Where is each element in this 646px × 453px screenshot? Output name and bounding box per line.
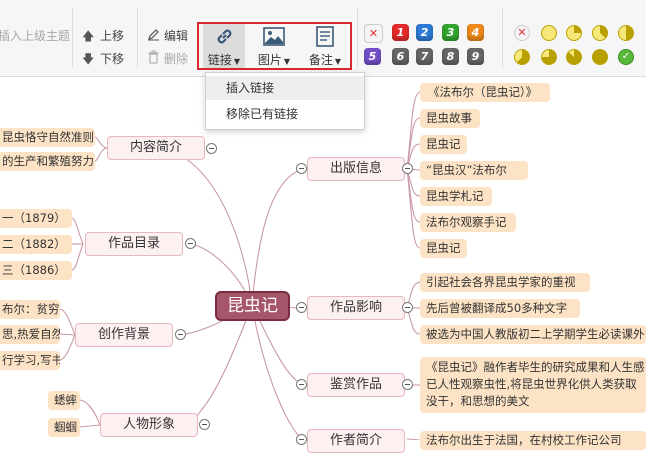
collapse-toggle[interactable]: [199, 419, 210, 430]
collapse-toggle[interactable]: [296, 379, 307, 390]
progress-4-icon[interactable]: [514, 49, 530, 65]
leaf-background-3[interactable]: 行学习,写书: [0, 351, 60, 370]
toolbar-separator: [137, 8, 138, 68]
branch-publish-info[interactable]: 出版信息: [307, 157, 405, 181]
root-node[interactable]: 昆虫记: [215, 291, 290, 321]
appreciation-line-3: 没干，和思想的美文: [426, 394, 530, 408]
appreciation-line-2: 已人性观察虫性,将昆虫世界化供人类获取: [426, 377, 637, 391]
trash-icon: [148, 50, 159, 64]
leaf-character-2[interactable]: 蝈蝈: [48, 418, 80, 437]
leaf-author[interactable]: 法布尔出生于法国，在村校工作记公司: [420, 431, 646, 450]
progress-6-icon[interactable]: [566, 49, 582, 65]
priority-3-icon[interactable]: 3: [442, 24, 459, 41]
caret-down-icon: ▼: [334, 57, 342, 66]
leaf-works-1[interactable]: 一（1879）: [0, 209, 72, 228]
leaf-publish-4[interactable]: “昆虫汉”法布尔: [420, 161, 528, 180]
link-label: 链接: [207, 53, 232, 67]
branch-author[interactable]: 作者简介: [307, 429, 405, 453]
link-button[interactable]: 链接 ▼: [203, 24, 245, 68]
priority-5-icon[interactable]: 5: [364, 48, 381, 65]
toolbar: 插入上级主题 🡅 上移 🡇 下移 编辑 删除 链接 ▼ 图片 ▼ 备注 ▼ ✕ …: [0, 0, 646, 77]
collapse-toggle[interactable]: [402, 379, 413, 390]
leaf-publish-3[interactable]: 昆虫记: [420, 135, 467, 154]
leaf-publish-6[interactable]: 法布尔观察手记: [420, 213, 516, 232]
collapse-toggle[interactable]: [185, 238, 196, 249]
collapse-toggle[interactable]: [296, 302, 307, 313]
pencil-icon: [148, 29, 159, 41]
priority-8-icon[interactable]: 8: [442, 48, 459, 65]
branch-characters[interactable]: 人物形象: [100, 413, 198, 437]
move-up-button[interactable]: 上移: [100, 27, 124, 44]
note-button[interactable]: 备注 ▼: [303, 24, 347, 68]
progress-3-icon[interactable]: [618, 25, 634, 41]
leaf-character-1[interactable]: 蟋蟀: [48, 391, 80, 410]
arrow-up-icon: 🡅: [82, 29, 95, 43]
edit-button[interactable]: 编辑: [164, 27, 188, 44]
insert-link-menu-item[interactable]: 插入链接: [206, 76, 364, 100]
remove-link-menu-item[interactable]: 移除已有链接: [206, 102, 364, 126]
toolbar-separator: [72, 8, 73, 68]
leaf-publish-7[interactable]: 昆虫记: [420, 239, 467, 258]
leaf-background-1[interactable]: 布尔：贫穷: [0, 300, 60, 319]
leaf-influence-3[interactable]: 被选为中国人教版初二上学期学生必读课外: [420, 325, 646, 344]
branch-background[interactable]: 创作背景: [75, 323, 173, 347]
toolbar-separator: [502, 8, 503, 68]
leaf-influence-1[interactable]: 引起社会各界昆虫学家的重视: [420, 273, 590, 292]
progress-2-icon[interactable]: [592, 25, 608, 41]
remove-progress-icon[interactable]: ✕: [514, 25, 530, 41]
leaf-intro-2[interactable]: 的生产和繁殖努力: [0, 152, 95, 171]
branch-intro[interactable]: 内容简介: [107, 136, 205, 160]
collapse-toggle[interactable]: [402, 163, 413, 174]
progress-1-icon[interactable]: [566, 25, 582, 41]
mindmap-canvas[interactable]: 昆虫记 出版信息 作品影响 鉴赏作品 作者简介 内容简介 作品目录 创作背景 人…: [0, 77, 646, 453]
branch-influence[interactable]: 作品影响: [307, 296, 405, 320]
image-icon: [263, 27, 285, 46]
priority-7-icon[interactable]: 7: [416, 48, 433, 65]
progress-0-icon[interactable]: [541, 25, 557, 41]
branch-works-list[interactable]: 作品目录: [85, 232, 183, 256]
collapse-toggle[interactable]: [175, 329, 186, 340]
appreciation-line-1: 《昆虫记》融作者毕生的研究成果和人生感: [426, 360, 645, 374]
leaf-works-2[interactable]: 二（1882）: [0, 235, 72, 254]
priority-1-icon[interactable]: 1: [392, 24, 409, 41]
leaf-intro-1[interactable]: 昆虫恪守自然准则: [0, 128, 95, 147]
leaf-works-3[interactable]: 三（1886）: [0, 261, 72, 280]
note-label: 备注: [308, 53, 333, 67]
progress-7-icon[interactable]: [592, 49, 608, 65]
caret-down-icon: ▼: [283, 57, 291, 66]
priority-2-icon[interactable]: 2: [416, 24, 433, 41]
leaf-influence-2[interactable]: 先后曾被翻译成50多种文字: [420, 299, 580, 318]
delete-button[interactable]: 删除: [164, 50, 188, 67]
move-down-button[interactable]: 下移: [100, 50, 124, 67]
priority-9-icon[interactable]: 9: [467, 48, 484, 65]
leaf-appreciation[interactable]: 《昆虫记》融作者毕生的研究成果和人生感 已人性观察虫性,将昆虫世界化供人类获取 …: [420, 357, 646, 413]
leaf-background-2[interactable]: 思,热爱自然: [0, 325, 60, 344]
leaf-publish-5[interactable]: 昆虫学札记: [420, 187, 492, 206]
collapse-toggle[interactable]: [296, 163, 307, 174]
image-label: 图片: [257, 53, 282, 67]
collapse-toggle[interactable]: [402, 302, 413, 313]
priority-4-icon[interactable]: 4: [467, 24, 484, 41]
progress-5-icon[interactable]: [541, 49, 557, 65]
insert-parent-topic-button[interactable]: 插入上级主题: [0, 27, 70, 44]
caret-down-icon: ▼: [233, 57, 241, 66]
leaf-publish-1[interactable]: 《法布尔（昆虫记）》: [420, 83, 550, 102]
link-icon: [217, 29, 232, 44]
collapse-toggle[interactable]: [206, 143, 217, 154]
link-dropdown-menu: 插入链接 移除已有链接: [205, 72, 365, 130]
image-button[interactable]: 图片 ▼: [253, 24, 295, 68]
note-icon: [316, 26, 334, 47]
remove-priority-icon[interactable]: ✕: [364, 24, 383, 43]
progress-done-icon[interactable]: ✓: [618, 49, 634, 65]
arrow-down-icon: 🡇: [82, 52, 95, 66]
toolbar-separator: [357, 8, 358, 68]
leaf-publish-2[interactable]: 昆虫故事: [420, 109, 480, 128]
branch-appreciation[interactable]: 鉴赏作品: [307, 373, 405, 397]
priority-6-icon[interactable]: 6: [392, 48, 409, 65]
